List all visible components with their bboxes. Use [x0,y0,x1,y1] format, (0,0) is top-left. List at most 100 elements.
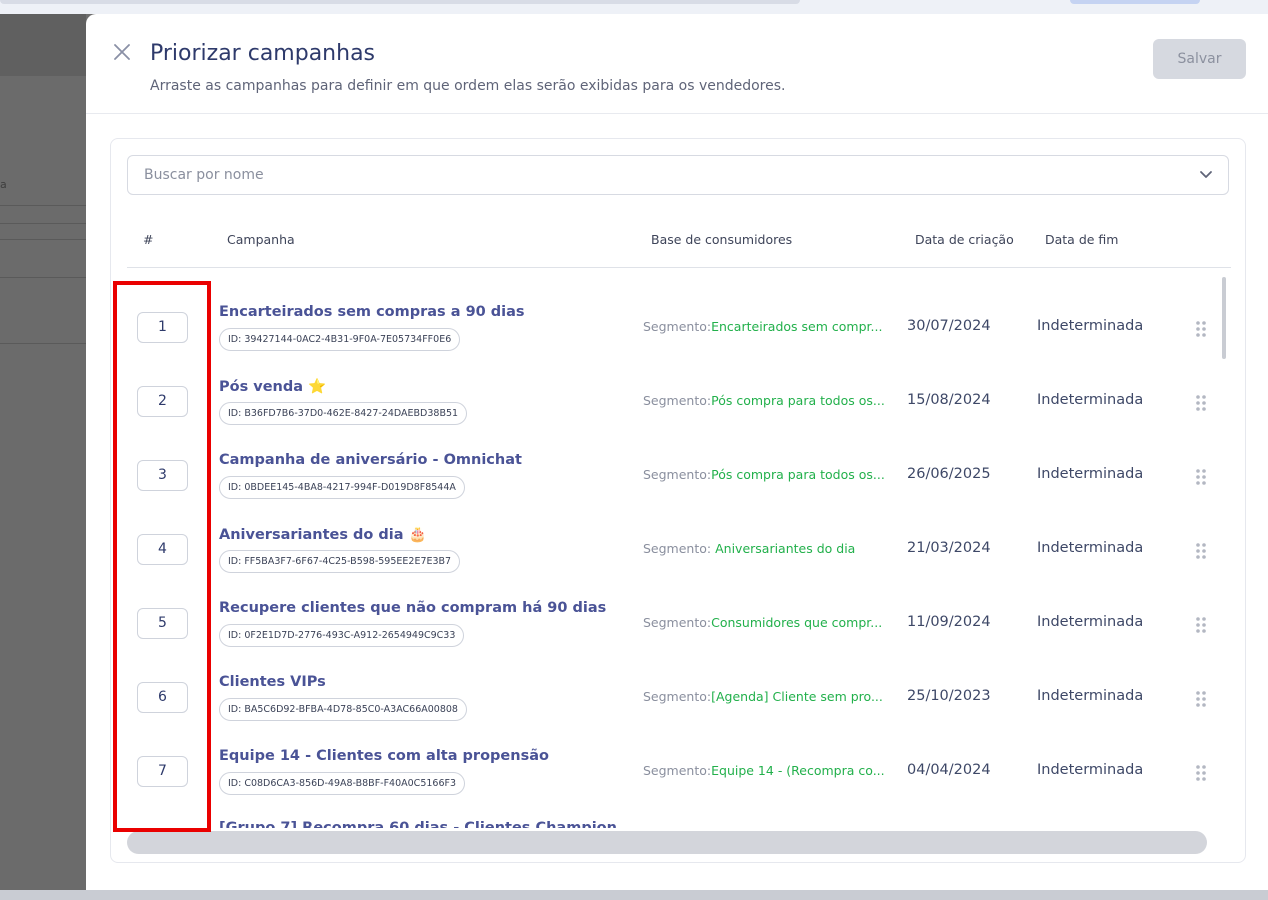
campaign-name-partial: [Grupo 7] Recompra 60 dias - Clientes Ch… [219,820,617,828]
segment-value[interactable]: [Agenda] Cliente sem pro... [711,689,883,704]
segment-cell: Segmento: Aniversariantes do dia [643,541,855,556]
table-row[interactable]: 4 Aniversariantes do dia 🎂 ID: FF5BA3F7-… [111,512,1231,586]
prioritize-campaigns-drawer: Priorizar campanhas Arraste as campanhas… [86,14,1268,890]
table-row[interactable]: 6 Clientes VIPs ID: BA5C6D92-BFBA-4D78-8… [111,660,1231,734]
campaign-id-badge: ID: 39427144-0AC2-4B31-9F0A-7E05734FF0E6 [219,328,461,351]
search-input[interactable]: Buscar por nome [127,155,1229,195]
campaign-name: Equipe 14 - Clientes com alta propensão [219,748,549,764]
header-campaign: Campanha [227,232,295,247]
segment-value[interactable]: Consumidores que compr... [711,615,882,630]
segment-label: Segmento: [643,541,716,556]
end-date: Indeterminada [1037,614,1144,630]
campaign-name: Pós venda ⭐ [219,379,327,395]
page-title: Priorizar campanhas [150,41,376,66]
table-row[interactable]: 1 Encarteirados sem compras a 90 dias ID… [111,290,1231,364]
page-subtitle: Arraste as campanhas para definir em que… [150,78,786,94]
created-date: 21/03/2024 [907,540,991,556]
header-order: # [143,232,154,247]
created-date: 15/08/2024 [907,392,991,408]
order-input[interactable]: 4 [137,534,188,565]
segment-cell: Segmento:Consumidores que compr... [643,615,882,630]
header-base: Base de consumidores [651,232,793,247]
campaign-name: Aniversariantes do dia 🎂 [219,527,427,543]
header-end: Data de fim [1045,232,1119,247]
segment-cell: Segmento:Pós compra para todos os... [643,393,885,408]
segment-label: Segmento: [643,467,712,482]
segment-label: Segmento: [643,319,712,334]
background-divider [0,223,86,224]
background-divider [0,277,86,278]
end-date: Indeterminada [1037,762,1144,778]
campaign-name: Campanha de aniversário - Omnichat [219,452,522,468]
order-input[interactable]: 6 [137,682,188,713]
drag-handle-icon[interactable] [1195,468,1207,486]
segment-label: Segmento: [643,763,712,778]
campaign-id-badge: ID: BA5C6D92-BFBA-4D78-85C0-A3AC66A00808 [219,698,467,721]
drag-handle-icon[interactable] [1195,320,1207,338]
end-date: Indeterminada [1037,392,1144,408]
created-date: 26/06/2025 [907,466,991,482]
order-input[interactable]: 5 [137,608,188,639]
horizontal-scrollbar[interactable] [127,831,1207,854]
segment-value[interactable]: Pós compra para todos os... [711,467,885,482]
campaign-id-badge: ID: C08D6CA3-856D-49A8-B8BF-F40A0C5166F3 [219,772,466,795]
segment-label: Segmento: [643,689,712,704]
background-search-bar [0,0,800,4]
drag-handle-icon[interactable] [1195,616,1207,634]
background-divider [0,205,86,206]
order-input[interactable]: 7 [137,756,188,787]
end-date: Indeterminada [1037,688,1144,704]
end-date: Indeterminada [1037,540,1144,556]
campaign-id-badge: ID: 0F2E1D7D-2776-493C-A912-2654949C9C33 [219,624,465,647]
campaign-name: Encarteirados sem compras a 90 dias [219,304,525,320]
table-row[interactable]: 3 Campanha de aniversário - Omnichat ID:… [111,438,1231,512]
segment-label: Segmento: [643,615,712,630]
segment-cell: Segmento:Equipe 14 - (Recompra co... [643,763,885,778]
segment-cell: Segmento:[Agenda] Cliente sem pro... [643,689,883,704]
segment-cell: Segmento:Encarteirados sem compr... [643,319,882,334]
header-divider [86,113,1268,114]
segment-cell: Segmento:Pós compra para todos os... [643,467,885,482]
segment-label: Segmento: [643,393,712,408]
campaign-id-badge: ID: FF5BA3F7-6F67-4C25-B598-595EE2E7E3B7 [219,550,461,573]
table-row[interactable]: 2 Pós venda ⭐ ID: B36FD7B6-37D0-462E-842… [111,364,1231,438]
end-date: Indeterminada [1037,318,1144,334]
table-row[interactable]: 7 Equipe 14 - Clientes com alta propensã… [111,734,1231,808]
background-divider [0,239,86,240]
campaign-name: Clientes VIPs [219,674,326,690]
vertical-scrollbar[interactable] [1222,277,1226,359]
campaign-id-badge: ID: 0BDEE145-4BA8-4217-994F-D019D8F8544A [219,476,465,499]
segment-value[interactable]: Equipe 14 - (Recompra co... [711,763,885,778]
save-button[interactable]: Salvar [1153,39,1246,79]
order-input[interactable]: 1 [137,312,188,343]
segment-value[interactable]: Pós compra para todos os... [711,393,885,408]
segment-value[interactable]: Aniversariantes do dia [715,541,855,556]
created-date: 04/04/2024 [907,762,991,778]
drag-handle-icon[interactable] [1195,764,1207,782]
table-row[interactable]: 5 Recupere clientes que não compram há 9… [111,586,1231,660]
order-input[interactable]: 2 [137,386,188,417]
background-band [0,14,86,76]
created-date: 30/07/2024 [907,318,991,334]
created-date: 11/09/2024 [907,614,991,630]
campaign-name: Recupere clientes que não compram há 90 … [219,600,607,616]
drag-handle-icon[interactable] [1195,542,1207,560]
created-date: 25/10/2023 [907,688,991,704]
background-page: a [0,14,86,890]
campaign-list: 1 Encarteirados sem compras a 90 dias ID… [111,268,1245,828]
background-footer [0,890,1268,900]
drag-handle-icon[interactable] [1195,690,1207,708]
order-input[interactable]: 3 [137,460,188,491]
drag-handle-icon[interactable] [1195,394,1207,412]
chevron-down-icon[interactable] [1196,164,1216,184]
campaign-id-badge: ID: B36FD7B6-37D0-462E-8427-24DAEBD38B51 [219,402,468,425]
background-text: a [0,178,7,191]
segment-value[interactable]: Encarteirados sem compr... [711,319,882,334]
campaigns-card: Buscar por nome # Campanha Base de consu… [110,138,1246,863]
header-created: Data de criação [915,232,1014,247]
end-date: Indeterminada [1037,466,1144,482]
close-icon[interactable] [110,40,134,64]
search-placeholder: Buscar por nome [144,167,264,183]
background-button [1070,0,1200,4]
background-divider [0,343,86,344]
